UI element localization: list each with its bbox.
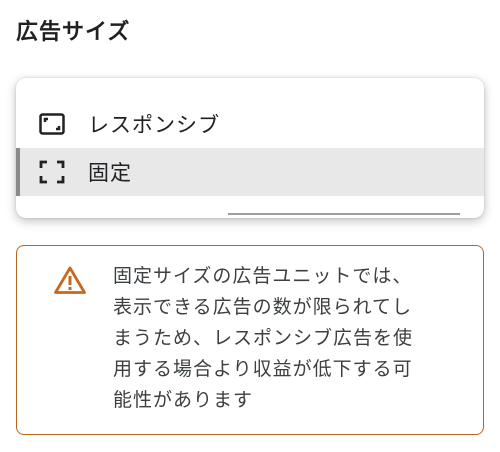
menu-option-label: 固定 bbox=[88, 161, 132, 185]
warning-notice: 固定サイズの広告ユニットでは、 表示できる広告の数が限られてし まうため、レスポ… bbox=[16, 245, 484, 435]
warning-line: 用する場合より収益が低下する可 bbox=[113, 358, 413, 380]
warning-line: 固定サイズの広告ユニットでは、 bbox=[113, 265, 413, 287]
ad-size-panel: 広告サイズ レスポンシブ 固定 固定サイズの広告ユニットでは、 表示できる広告の… bbox=[0, 0, 500, 452]
menu-option-fixed[interactable]: 固定 bbox=[16, 148, 484, 196]
warning-line: 能性があります bbox=[113, 389, 254, 411]
warning-line: まうため、レスポンシブ広告を使 bbox=[113, 327, 414, 349]
section-title: 広告サイズ bbox=[16, 20, 131, 45]
warning-icon bbox=[53, 265, 87, 299]
responsive-icon bbox=[16, 113, 88, 135]
menu-option-label: レスポンシブ bbox=[88, 113, 220, 137]
fixed-size-icon bbox=[16, 160, 88, 184]
warning-line: 表示できる広告の数が限られてし bbox=[113, 296, 413, 318]
menu-option-responsive[interactable]: レスポンシブ bbox=[16, 100, 484, 148]
ad-size-dropdown-menu: レスポンシブ 固定 bbox=[16, 78, 484, 218]
underline-divider bbox=[228, 213, 460, 215]
warning-message: 固定サイズの広告ユニットでは、 表示できる広告の数が限られてし まうため、レスポ… bbox=[113, 261, 463, 416]
